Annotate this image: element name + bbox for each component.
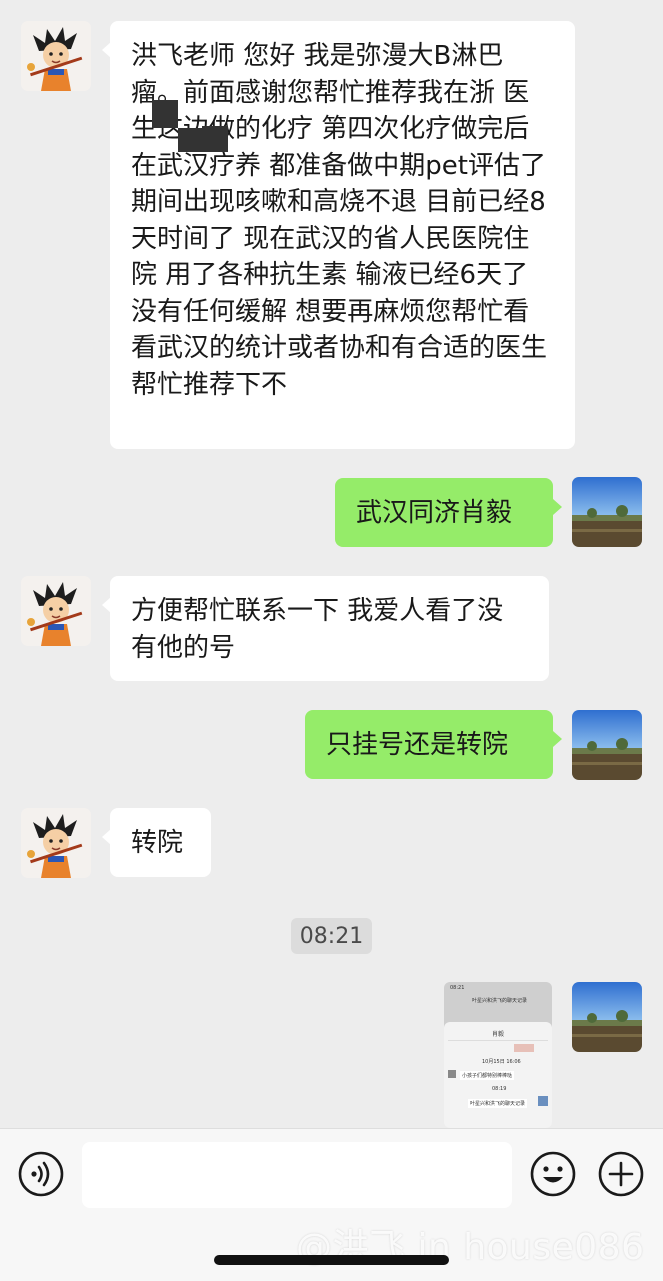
home-indicator[interactable] — [214, 1255, 449, 1265]
bubble-tail — [553, 731, 562, 747]
contact-avatar[interactable] — [21, 576, 91, 646]
chat-timestamp: 08:21 — [291, 918, 372, 954]
screenshot-title: 叶星兴和洪飞的聊天记录 — [472, 998, 528, 1004]
redaction-mark — [152, 100, 178, 128]
bubble-tail — [553, 499, 562, 515]
message-bubble-incoming[interactable]: 转院 — [110, 808, 211, 877]
screenshot-bubble: 小孩子们都特别棒棒哒 — [460, 1071, 515, 1080]
screenshot-date: 10月15日 16:06 — [482, 1059, 521, 1065]
plus-icon[interactable] — [597, 1150, 645, 1198]
image-message-screenshot[interactable]: 08:21 叶星兴和洪飞的聊天记录 肖毅 10月15日 16:06 小孩子们都特… — [444, 982, 552, 1128]
message-input[interactable] — [82, 1142, 512, 1208]
my-avatar[interactable] — [572, 710, 642, 780]
message-bubble-incoming[interactable]: 洪飞老师 您好 我是弥漫大B淋巴瘤。前面感谢您帮忙推荐我在浙 医生这边做的化疗 … — [110, 21, 575, 449]
contact-avatar[interactable] — [21, 808, 91, 878]
redaction-mark — [178, 128, 202, 152]
voice-icon[interactable] — [17, 1150, 65, 1198]
screenshot-panel: 肖毅 10月15日 16:06 小孩子们都特别棒棒哒 08:19 叶星兴和洪飞的… — [444, 1022, 552, 1128]
screenshot-panel-title: 肖毅 — [492, 1031, 505, 1038]
screenshot-time2: 08:19 — [492, 1086, 507, 1092]
message-bubble-outgoing[interactable]: 武汉同济肖毅 — [335, 478, 553, 547]
message-bubble-incoming[interactable]: 方便帮忙联系一下 我爱人看了没有他的号 — [110, 576, 549, 681]
screenshot-time: 08:21 — [450, 985, 465, 991]
redaction-mark — [202, 126, 228, 152]
message-bubble-outgoing[interactable]: 只挂号还是转院 — [305, 710, 553, 779]
my-avatar[interactable] — [572, 477, 642, 547]
contact-avatar[interactable] — [21, 21, 91, 91]
emoji-icon[interactable] — [529, 1150, 577, 1198]
screenshot-bottom: 叶星兴和洪飞的聊天记录 — [468, 1099, 528, 1108]
my-avatar[interactable] — [572, 982, 642, 1052]
